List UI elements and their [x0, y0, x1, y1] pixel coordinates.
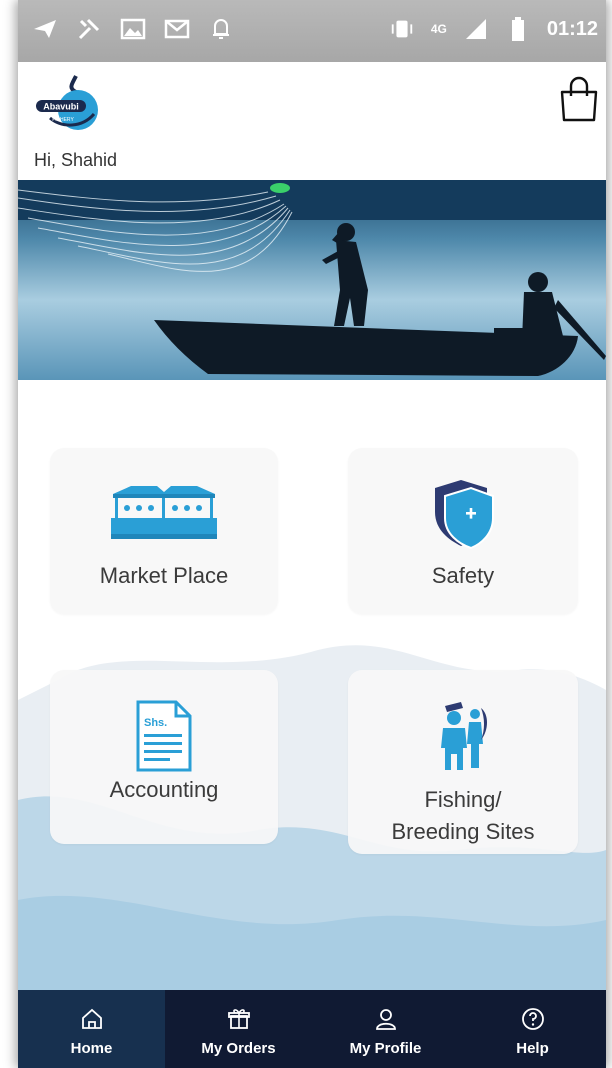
nav-my-profile[interactable]: My Profile [312, 990, 459, 1068]
nav-my-orders-label: My Orders [201, 1040, 276, 1057]
app-header: Abavubi FISHERY [18, 62, 606, 146]
nav-help-label: Help [516, 1040, 549, 1057]
mail-icon [164, 16, 190, 42]
fishing-sites-label-line1: Fishing/ [424, 787, 502, 812]
app-logo[interactable]: Abavubi FISHERY [32, 70, 98, 136]
greeting-text: Hi, Shahid [34, 150, 118, 170]
profile-icon [373, 1006, 399, 1032]
home-content: Market Place Safety Shs. Accounting Fish… [18, 380, 606, 990]
battery-icon [505, 16, 531, 42]
market-stall-icon [109, 484, 219, 547]
orders-box-icon [226, 1006, 252, 1032]
shield-plus-icon [431, 478, 495, 555]
fishermen-icon [435, 700, 491, 777]
nav-my-profile-label: My Profile [349, 1040, 422, 1057]
logo-text: Abavubi [43, 102, 79, 112]
status-bar-left [32, 16, 234, 42]
vibrate-icon [389, 16, 415, 42]
phone-screen: 4G 01:12 Abavubi FISHERY Hi, Shahid Mark… [18, 0, 606, 1068]
fishing-sites-label-line2: Breeding Sites [391, 819, 535, 844]
help-icon [520, 1006, 546, 1032]
network-type: 4G [430, 22, 447, 36]
signal-icon [463, 16, 489, 42]
send-icon [32, 16, 58, 42]
status-bar-right: 4G 01:12 [389, 16, 598, 42]
nav-my-orders[interactable]: My Orders [165, 990, 312, 1068]
shopping-bag-icon[interactable] [556, 74, 602, 124]
document-shs-icon: Shs. [134, 700, 194, 777]
nav-help[interactable]: Help [459, 990, 606, 1068]
status-bar: 4G 01:12 [18, 0, 606, 62]
safety-card[interactable]: Safety [348, 448, 578, 614]
safety-label: Safety [431, 563, 495, 588]
gallery-icon [120, 16, 146, 42]
tools-icon [76, 16, 102, 42]
nav-home-label: Home [70, 1040, 113, 1057]
fishing-sites-card[interactable]: Fishing/ Breeding Sites [348, 670, 578, 854]
bell-icon [208, 16, 234, 42]
hero-banner [18, 180, 606, 380]
logo-subtext: FISHERY [52, 117, 74, 123]
accounting-card[interactable]: Shs. Accounting [50, 670, 278, 844]
bottom-navigation: Home My Orders My Profile Help [18, 990, 606, 1068]
market-place-label: Market Place [99, 563, 229, 588]
market-place-card[interactable]: Market Place [50, 448, 278, 614]
nav-home[interactable]: Home [18, 990, 165, 1068]
home-icon [79, 1006, 105, 1032]
accounting-label: Accounting [109, 777, 219, 802]
shs-text: Shs. [144, 717, 167, 729]
clock: 01:12 [546, 17, 598, 40]
